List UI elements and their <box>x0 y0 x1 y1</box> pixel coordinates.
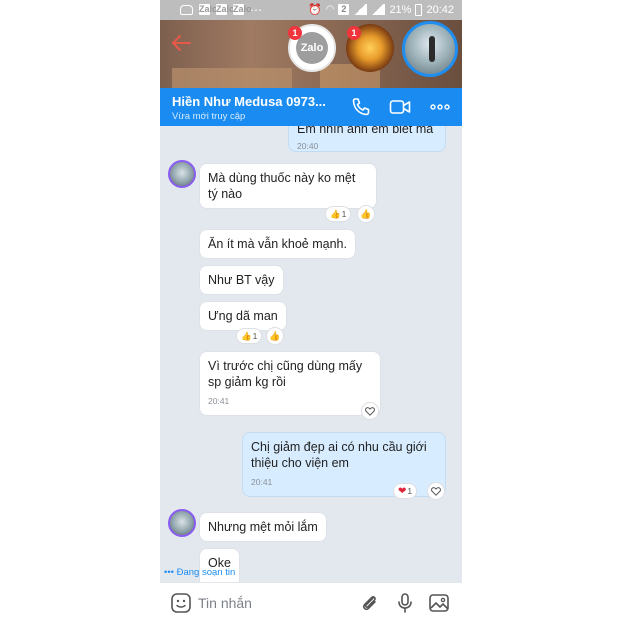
contact-avatar[interactable] <box>168 160 196 188</box>
unread-badge: 1 <box>347 26 361 40</box>
message-text: Như BT vậy <box>208 273 275 287</box>
message-list[interactable]: Em nhìn anh em biết mà 20:40 Mà dùng thu… <box>160 126 462 582</box>
message-text: Em nhìn anh em biết mà <box>297 126 434 136</box>
status-right-icons: ⏰ ◠ 2 21% 20:42 <box>308 3 454 16</box>
message-bubble-received[interactable]: Ăn ít mà vẫn khoẻ mạnh. <box>199 229 356 259</box>
message-bubble-sent[interactable]: Em nhìn anh em biết mà 20:40 <box>288 126 446 152</box>
message-bubble-received[interactable]: Vì trước chị cũng dùng mấy sp giảm kg rồ… <box>199 351 381 416</box>
wifi-icon: ◠ <box>325 4 335 15</box>
more-options-icon[interactable] <box>429 97 451 117</box>
reaction-summary[interactable]: 👍 1 <box>325 206 352 222</box>
reaction-count: 1 <box>341 209 347 219</box>
react-button[interactable]: 👍 <box>357 205 375 223</box>
typing-text: Đang soạn tin <box>176 567 236 578</box>
reaction-summary[interactable]: ❤ 1 <box>393 483 418 499</box>
clock: 20:42 <box>426 3 454 16</box>
message-bubble-received[interactable]: Như BT vậy <box>199 265 284 295</box>
reaction-count: 1 <box>252 331 258 341</box>
message-text: Nhưng mệt mỏi lắm <box>208 520 318 534</box>
zalo-notification-icon: Zalo <box>233 4 252 15</box>
image-icon[interactable] <box>428 592 450 614</box>
phone-screen: Zalo Zalo Zalo ⋯ ⏰ ◠ 2 21% 20:42 Zalo 1 … <box>160 0 462 622</box>
person-photo <box>429 36 435 62</box>
reaction-count: 1 <box>407 486 413 496</box>
contact-name[interactable]: Hiền Như Medusa 0973... <box>172 94 342 109</box>
message-time: 20:41 <box>208 396 230 406</box>
typing-indicator: ••• Đang soạn tin <box>164 567 235 578</box>
message-bubble-received[interactable]: Mà dùng thuốc này ko mệt tý nào <box>199 163 377 209</box>
sticker-icon[interactable] <box>170 592 192 614</box>
message-text: Ăn ít mà vẫn khoẻ mạnh. <box>208 237 347 251</box>
zalo-notification-icon: Zalo <box>216 4 235 15</box>
message-bubble-received[interactable]: Nhưng mệt mỏi lắm <box>199 512 327 542</box>
thumbs-up-icon: 👍 <box>269 330 281 341</box>
signal-icon-2 <box>371 4 386 15</box>
status-bar: Zalo Zalo Zalo ⋯ ⏰ ◠ 2 21% 20:42 <box>160 0 462 20</box>
unread-badge: 1 <box>288 26 302 40</box>
contact-avatar[interactable] <box>168 509 196 537</box>
attachment-icon[interactable] <box>358 592 380 614</box>
status-left-icons: Zalo Zalo Zalo ⋯ <box>180 2 263 17</box>
battery-icon <box>415 3 423 16</box>
message-text: Vì trước chị cũng dùng mấy sp giảm kg rồ… <box>208 359 363 389</box>
message-text: Ưng dã man <box>208 309 278 323</box>
zalo-notification-icon: Zalo <box>199 4 218 15</box>
more-notifications-icon: ⋯ <box>250 2 263 17</box>
video-call-icon[interactable] <box>389 97 411 117</box>
alarm-icon: ⏰ <box>308 4 322 16</box>
car-icon <box>180 4 193 15</box>
active-chat-head[interactable] <box>402 21 458 77</box>
heart-icon: ❤ <box>398 485 407 497</box>
message-text: Chị giảm đẹp ai có nhu cầu giới thiệu ch… <box>251 440 427 470</box>
reaction-summary[interactable]: 👍 1 <box>236 328 263 344</box>
last-seen-status: Vừa mới truy cập <box>172 111 246 122</box>
react-button[interactable]: 👍 <box>266 327 284 345</box>
background-photo-detail <box>172 68 292 88</box>
microphone-icon[interactable] <box>394 592 416 614</box>
signal-icon <box>353 4 368 15</box>
phone-call-icon[interactable] <box>350 97 372 117</box>
typing-dots-icon: ••• <box>164 567 174 578</box>
react-heart-button[interactable] <box>361 402 379 420</box>
thumbs-up-icon: 👍 <box>241 330 252 341</box>
message-time: 20:40 <box>297 141 319 151</box>
message-text: Mà dùng thuốc này ko mệt tý nào <box>208 171 356 201</box>
heart-outline-icon <box>365 406 375 416</box>
chat-header: Hiền Như Medusa 0973... Vừa mới truy cập <box>160 88 462 126</box>
battery-percent: 21% <box>389 3 412 16</box>
chat-heads-bar: Zalo 1 1 <box>160 20 462 88</box>
heart-outline-icon <box>431 486 441 496</box>
react-heart-button[interactable] <box>427 482 445 500</box>
message-composer <box>160 582 462 622</box>
thumbs-up-icon: 👍 <box>360 208 372 219</box>
back-arrow-icon[interactable] <box>170 32 192 54</box>
sim-indicator: 2 <box>338 4 350 15</box>
thumbs-up-icon: 👍 <box>330 208 341 219</box>
message-input[interactable] <box>198 593 348 613</box>
